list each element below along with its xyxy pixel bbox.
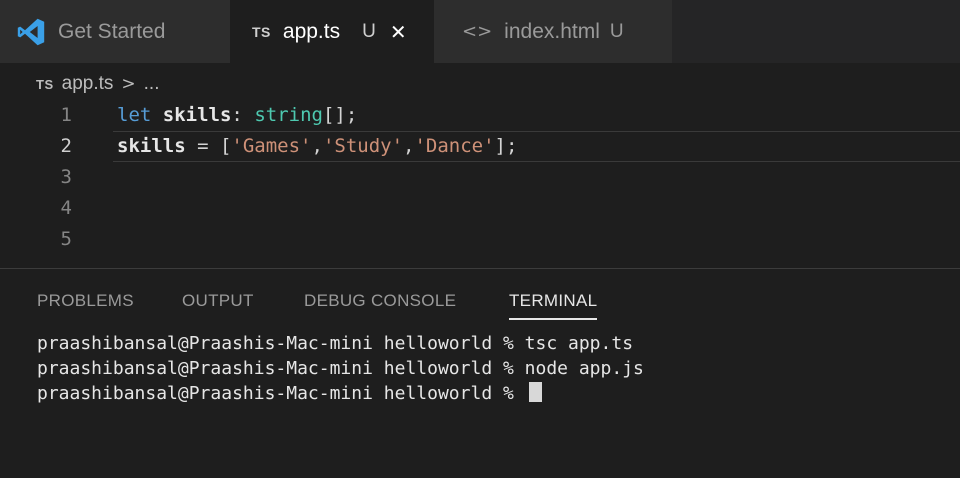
line-number: 3 (60, 166, 72, 188)
untracked-badge: U (609, 20, 624, 42)
keyword: let (117, 104, 152, 126)
code-line-current: 2 skills = ['Games','Study','Dance']; (0, 131, 960, 162)
close-icon[interactable]: ✕ (390, 20, 407, 44)
punctuation: = [ (185, 135, 232, 157)
line-number: 1 (60, 104, 72, 126)
code-line: 4 (0, 193, 960, 224)
string-literal: 'Games' (231, 135, 312, 157)
breadcrumb-file[interactable]: app.ts (62, 73, 114, 95)
code-text: let skills: string[]; (117, 100, 357, 131)
comma: , (403, 135, 415, 157)
tab-label: index.html (504, 19, 600, 43)
code-line: 3 (0, 162, 960, 193)
vscode-logo-icon (17, 18, 45, 45)
line-number: 5 (60, 228, 72, 250)
panel-tab-bar: PROBLEMS OUTPUT DEBUG CONSOLE TERMINAL (0, 269, 960, 327)
tab-problems[interactable]: PROBLEMS (37, 291, 134, 311)
string-literal: 'Dance' (414, 135, 495, 157)
tab-app-ts[interactable]: TS app.ts U ✕ (230, 0, 434, 63)
code-line: 5 (0, 224, 960, 255)
tab-terminal[interactable]: TERMINAL (509, 291, 598, 320)
untracked-badge: U (362, 20, 376, 42)
type-name: string (254, 104, 323, 126)
editor-tab-bar: Get Started TS app.ts U ✕ <> index.html … (0, 0, 960, 63)
tab-debug-console[interactable]: DEBUG CONSOLE (304, 291, 456, 311)
identifier: skills (162, 104, 232, 126)
tab-get-started[interactable]: Get Started (0, 0, 230, 63)
colon: : (231, 104, 243, 126)
tab-output[interactable]: OUTPUT (182, 291, 254, 311)
chevron-right-icon: > (121, 74, 136, 94)
breadcrumb-symbols[interactable]: ... (144, 73, 160, 95)
terminal-line: praashibansal@Praashis-Mac-mini hellowor… (37, 381, 937, 406)
code-editor[interactable]: 1 let skills: string[]; 2 skills = ['Gam… (0, 100, 960, 268)
punctuation: ]; (494, 135, 518, 157)
code-text: skills = ['Games','Study','Dance']; (117, 131, 517, 162)
breadcrumb: TS app.ts > ... (36, 70, 159, 98)
html-file-icon: <> (462, 21, 493, 42)
bottom-panel: PROBLEMS OUTPUT DEBUG CONSOLE TERMINAL p… (0, 268, 960, 478)
terminal-line: praashibansal@Praashis-Mac-mini hellowor… (37, 333, 634, 354)
terminal-prompt: praashibansal@Praashis-Mac-mini hellowor… (37, 383, 525, 404)
code-line: 1 let skills: string[]; (0, 100, 960, 131)
terminal-line: praashibansal@Praashis-Mac-mini hellowor… (37, 358, 644, 379)
line-number: 4 (60, 197, 72, 219)
typescript-file-icon: TS (252, 23, 271, 40)
punctuation: []; (322, 104, 358, 126)
comma: , (311, 135, 323, 157)
tab-index-html[interactable]: <> index.html U (434, 0, 672, 63)
tab-label: app.ts (282, 19, 341, 43)
terminal-cursor (528, 382, 542, 402)
terminal-output[interactable]: praashibansal@Praashis-Mac-mini hellowor… (37, 331, 937, 406)
string-literal: 'Study' (322, 135, 404, 157)
typescript-file-icon: TS (36, 76, 54, 92)
tab-label: Get Started (58, 19, 166, 43)
line-number: 2 (60, 135, 72, 157)
identifier: skills (117, 135, 186, 157)
